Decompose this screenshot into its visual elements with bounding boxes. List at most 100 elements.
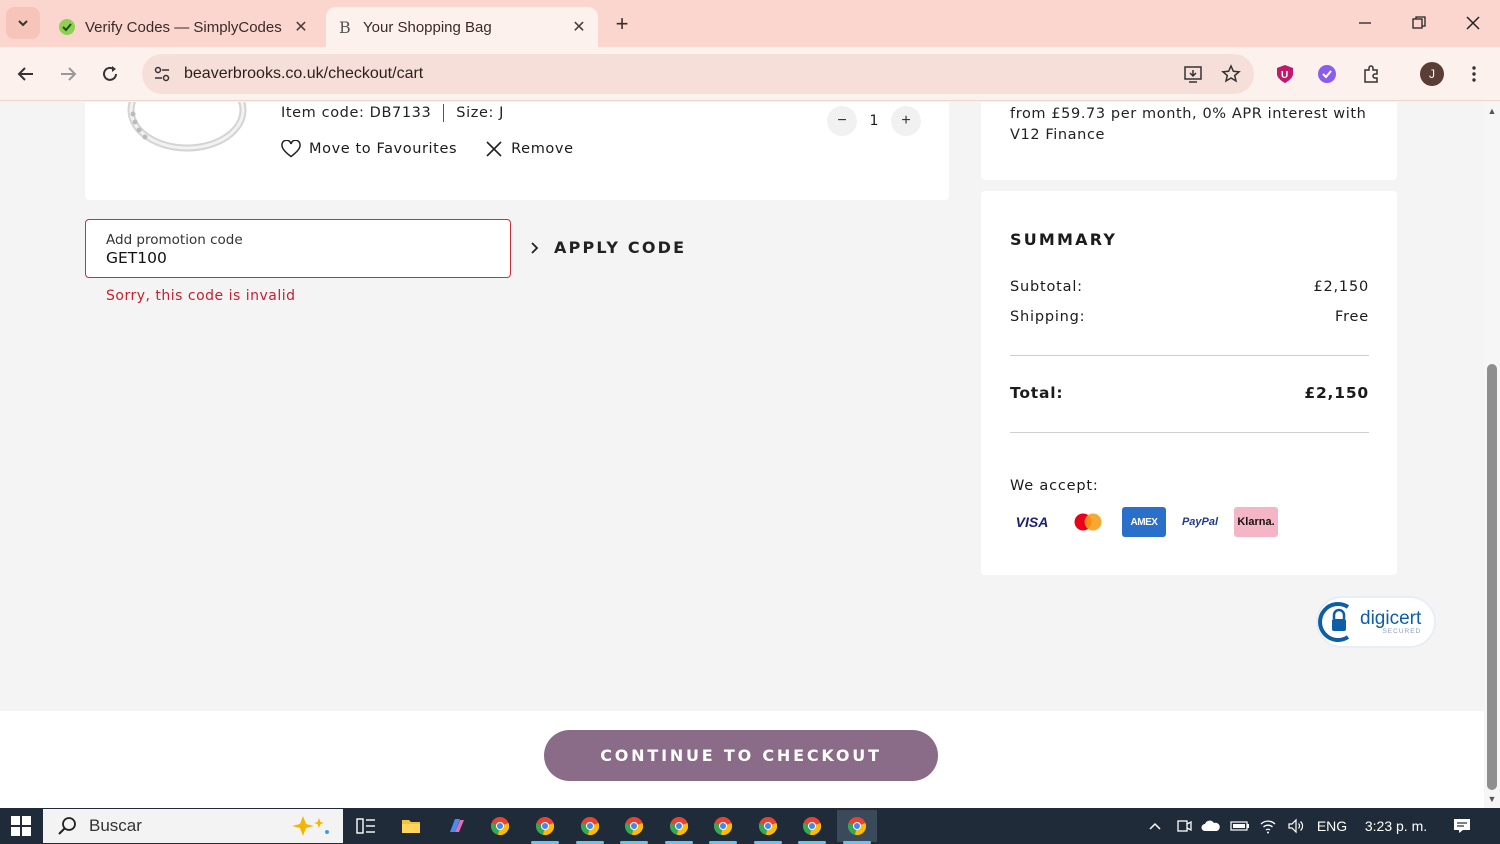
volume-icon[interactable] [1284, 808, 1308, 844]
close-icon[interactable]: ✕ [568, 16, 590, 38]
amex-logo: AMEX [1122, 507, 1166, 537]
tab-simplycodes[interactable]: Verify Codes — SimplyCodes ✕ [48, 7, 320, 47]
scrollbar-thumb[interactable] [1487, 364, 1497, 790]
move-to-favourites-label: Move to Favourites [309, 141, 458, 157]
battery-icon[interactable] [1228, 808, 1252, 844]
item-meta: Item code: DB7133 Size: J [281, 104, 504, 122]
tab-title: Your Shopping Bag [363, 18, 492, 36]
file-explorer-button[interactable] [391, 810, 431, 842]
divider [1010, 355, 1369, 356]
chrome-profile-window-button[interactable] [792, 810, 832, 844]
meta-divider [443, 104, 445, 122]
move-to-favourites-button[interactable]: Move to Favourites [281, 140, 457, 158]
chrome-active-window-button[interactable] [837, 810, 877, 844]
copilot-icon [450, 819, 464, 832]
restore-button[interactable] [1396, 8, 1442, 38]
restore-icon [1412, 16, 1426, 29]
windows-logo-icon [11, 816, 31, 836]
new-tab-button[interactable]: + [608, 11, 636, 36]
subtotal-row: Subtotal: £2,150 [1010, 279, 1369, 295]
remove-button[interactable]: Remove [485, 140, 573, 158]
browser-menu-button[interactable] [1462, 59, 1486, 89]
copilot-app-button[interactable] [436, 810, 476, 842]
scroll-up-icon[interactable]: ▲ [1487, 106, 1497, 116]
minimize-button[interactable] [1342, 8, 1388, 38]
url-text[interactable]: beaverbrooks.co.uk/checkout/cart [184, 65, 1178, 83]
bookmark-star-icon[interactable] [1216, 59, 1246, 89]
visa-logo: VISA [1010, 507, 1054, 537]
promo-code-label: Add promotion code [106, 232, 243, 248]
decrease-quantity-button[interactable]: − [827, 106, 857, 136]
ring-product-image[interactable] [115, 102, 255, 170]
taskbar-search[interactable]: Buscar [43, 809, 343, 843]
system-clock[interactable]: 3:23 p. m. [1356, 808, 1436, 844]
simplycodes-favicon-icon [58, 18, 76, 36]
chrome-profile-window-button[interactable] [659, 810, 699, 844]
digicert-secured-badge[interactable]: digicert SECURED [1316, 596, 1436, 648]
folder-icon [402, 820, 420, 833]
reload-button[interactable] [95, 59, 125, 89]
digicert-secured-label: SECURED [1382, 627, 1422, 635]
shipping-row: Shipping: Free [1010, 309, 1369, 325]
site-info-icon[interactable] [148, 60, 176, 88]
reload-icon [103, 66, 117, 81]
meet-now-icon[interactable] [1172, 808, 1196, 844]
chrome-app-button[interactable] [480, 810, 520, 842]
total-value: £2,150 [1304, 384, 1369, 402]
scroll-down-icon[interactable]: ▼ [1487, 794, 1497, 804]
page-viewport: Item code: DB7133 Size: J Move to Favour… [0, 102, 1484, 808]
chrome-profile-window-button[interactable] [570, 810, 610, 844]
wifi-icon[interactable] [1256, 808, 1280, 844]
task-view-button[interactable] [346, 810, 386, 842]
total-label: Total: [1010, 384, 1064, 402]
remove-label: Remove [511, 141, 574, 157]
chrome-profile-window-button[interactable] [703, 810, 743, 844]
finance-text: from £59.73 per month, 0% APR interest w… [1010, 106, 1367, 143]
chrome-profile-window-button[interactable] [525, 810, 565, 844]
close-icon[interactable]: ✕ [290, 16, 312, 38]
apply-code-button[interactable]: APPLY CODE [530, 238, 686, 257]
checkout-footer: CONTINUE TO CHECKOUT [0, 711, 1484, 808]
increase-quantity-button[interactable]: + [891, 106, 921, 136]
ublock-extension-icon[interactable]: U [1270, 59, 1300, 89]
notifications-icon[interactable] [1448, 808, 1476, 844]
digicert-brand: digicert [1360, 607, 1422, 629]
item-size: Size: J [456, 105, 505, 121]
promo-code-input[interactable]: GET100 [106, 249, 167, 267]
heart-icon [281, 140, 301, 158]
quantity-value: 1 [869, 113, 879, 129]
extensions-puzzle-icon[interactable] [1356, 59, 1386, 89]
promo-code-field[interactable]: Add promotion code GET100 [85, 219, 511, 278]
task-view-icon [356, 818, 375, 834]
install-app-icon[interactable] [1178, 59, 1208, 89]
chrome-profile-window-button[interactable] [614, 810, 654, 844]
windows-start-button[interactable] [0, 808, 42, 844]
tab-shopping-bag[interactable]: B Your Shopping Bag ✕ [326, 7, 598, 47]
minimize-icon [1359, 22, 1371, 24]
input-language[interactable]: ENG [1314, 808, 1350, 844]
cart-item-card: Item code: DB7133 Size: J Move to Favour… [85, 102, 949, 200]
onedrive-cloud-icon[interactable] [1198, 808, 1224, 844]
profile-avatar[interactable]: J [1420, 62, 1444, 86]
forward-button[interactable] [53, 59, 83, 89]
page-scrollbar[interactable]: ▲ ▼ [1484, 102, 1500, 808]
simplycodes-extension-icon[interactable] [1312, 59, 1342, 89]
tab-title: Verify Codes — SimplyCodes [85, 18, 282, 36]
chrome-profile-window-button[interactable] [748, 810, 788, 844]
item-actions: Move to Favourites Remove [281, 140, 574, 158]
continue-to-checkout-button[interactable]: CONTINUE TO CHECKOUT [544, 730, 938, 781]
back-button[interactable] [11, 59, 41, 89]
klarna-logo: Klarna. [1234, 507, 1278, 537]
chrome-icon [624, 817, 644, 836]
chrome-icon [490, 817, 510, 836]
tab-search-button[interactable] [6, 7, 40, 39]
close-icon [1466, 16, 1480, 30]
show-hidden-icons-button[interactable] [1144, 808, 1166, 844]
order-summary-card: SUMMARY Subtotal: £2,150 Shipping: Free … [981, 191, 1397, 575]
close-window-button[interactable] [1450, 8, 1496, 38]
subtotal-label: Subtotal: [1010, 279, 1083, 295]
chrome-icon [802, 817, 822, 836]
address-bar[interactable]: beaverbrooks.co.uk/checkout/cart [142, 54, 1254, 94]
mastercard-logo [1066, 507, 1110, 537]
chevron-down-icon [18, 20, 28, 27]
